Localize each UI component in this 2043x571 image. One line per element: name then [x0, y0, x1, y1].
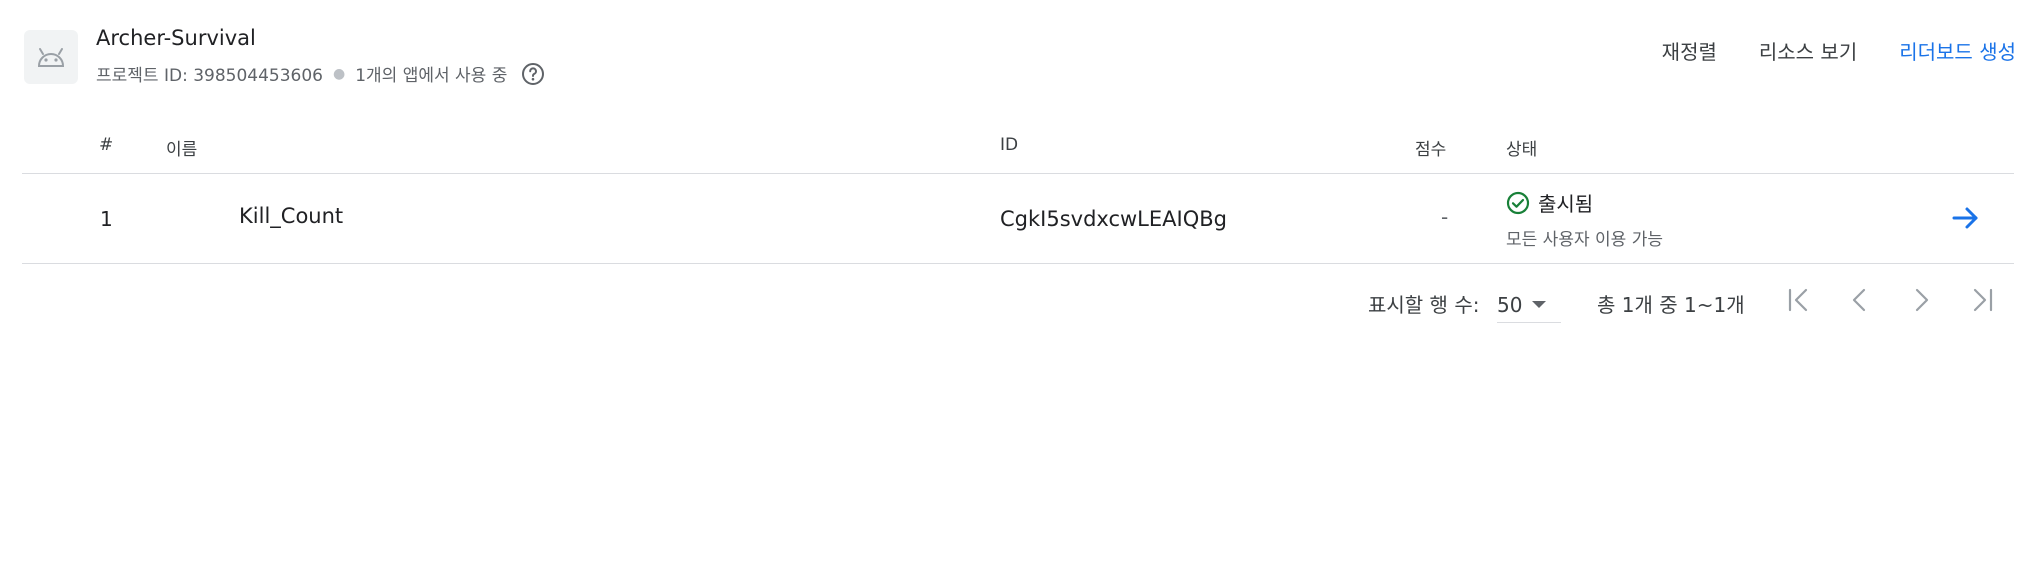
status-description: 모든 사용자 이용 가능: [1506, 230, 1663, 250]
separator-dot: ●: [333, 65, 346, 82]
dropdown-arrow-icon: [1532, 301, 1547, 308]
last-page-icon[interactable]: [1964, 282, 2000, 318]
next-page-icon[interactable]: [1903, 282, 1939, 318]
rows-per-page-label: 표시할 행 수:: [1368, 293, 1480, 317]
app-meta: 프로젝트 ID: 398504453606 ● 1개의 앱에서 사용 중: [96, 61, 545, 86]
table-row-divider: [22, 263, 2014, 264]
reorder-button[interactable]: 재정렬: [1662, 36, 1717, 65]
rows-per-page-value: 50: [1497, 292, 1523, 317]
check-circle-icon: [1506, 191, 1530, 214]
view-resources-button[interactable]: 리소스 보기: [1759, 36, 1857, 65]
leaderboard-id: CgkI5svdxcwLEAIQBg: [1000, 207, 1227, 231]
column-header-name[interactable]: 이름: [166, 135, 197, 160]
column-header-score: 점수: [1415, 140, 1447, 160]
create-leaderboard-button[interactable]: 리더보드 생성: [1899, 36, 2016, 65]
row-number: 1: [100, 207, 113, 231]
help-icon[interactable]: [521, 62, 545, 86]
table-header-divider: [22, 173, 2014, 174]
column-header-status: 상태: [1506, 140, 1538, 160]
leaderboard-name: Kill_Count: [239, 204, 344, 228]
leaderboard-score: -: [1441, 205, 1449, 229]
rows-per-page-select[interactable]: 50: [1497, 281, 1561, 323]
android-icon: [24, 30, 78, 84]
previous-page-icon[interactable]: [1842, 282, 1878, 318]
first-page-icon[interactable]: [1781, 282, 1817, 318]
usage-text: 1개의 앱에서 사용 중: [355, 66, 508, 86]
column-header-id: ID: [1000, 135, 1019, 155]
app-name: Archer-Survival: [96, 26, 256, 50]
pagination-range: 총 1개 중 1~1개: [1597, 293, 1745, 317]
status-line: 출시됨: [1506, 188, 1663, 217]
status-label: 출시됨: [1538, 192, 1594, 216]
arrow-right-icon[interactable]: [1950, 202, 1982, 234]
header-actions: 재정렬 리소스 보기 리더보드 생성: [1620, 36, 2016, 65]
project-id: 프로젝트 ID: 398504453606: [96, 66, 323, 86]
column-header-number: #: [99, 135, 114, 155]
status-cell: 출시됨 모든 사용자 이용 가능: [1506, 188, 1663, 250]
